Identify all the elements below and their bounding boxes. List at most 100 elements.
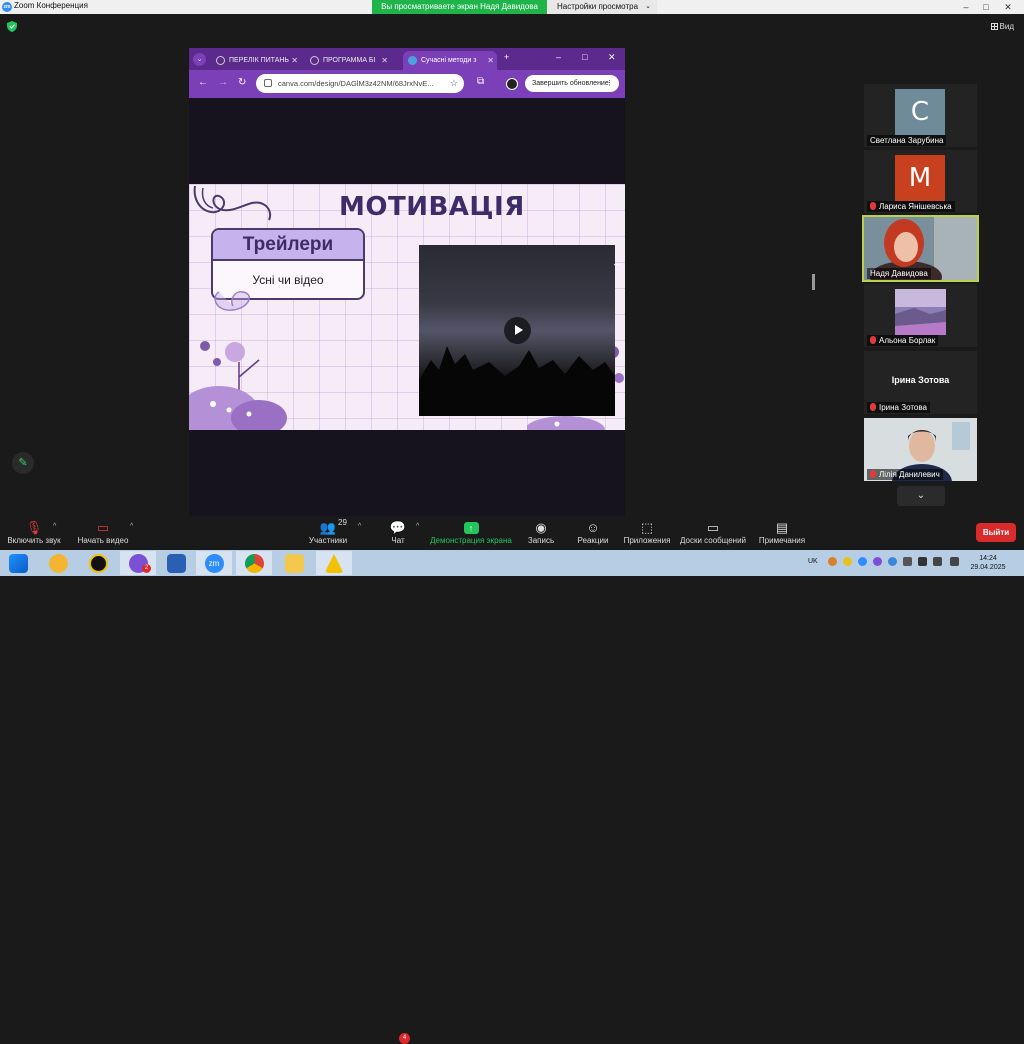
leave-button[interactable]: Выйти: [976, 523, 1016, 542]
menu-dots-icon: ⋮: [606, 80, 613, 87]
back-icon[interactable]: ←: [198, 77, 208, 88]
tab-close-icon[interactable]: ✕: [381, 51, 388, 70]
meeting-controls-bar: 🎙 Включить звук ^ ▭ Начать видео ^ 👥 Участн…: [0, 516, 1024, 1044]
shared-browser-window: ⌄ ПЕРЕЛІК ПИТАНЬ ✕ ПРОГРАММА БІ ✕ Сучасні …: [189, 48, 625, 98]
finish-update-button[interactable]: Завершить обновление ⋮: [525, 75, 619, 92]
browser-close-icon[interactable]: ✕: [608, 52, 616, 63]
forward-icon[interactable]: →: [218, 77, 228, 88]
reload-icon[interactable]: ↻: [238, 77, 246, 88]
tray-zoom-icon[interactable]: [858, 557, 867, 566]
participant-tile-1[interactable]: С Светлана Зарубина: [864, 84, 977, 147]
browser-toolbar: ← → ↻ canva.com/design/DAGlM3z42NM/68Jrx…: [189, 70, 625, 98]
taskbar-app-warning[interactable]: [316, 551, 352, 575]
participants-count: 29: [338, 518, 347, 527]
gallery-next-page-button[interactable]: ⌄: [897, 486, 945, 506]
tray-printer-icon[interactable]: [903, 557, 912, 566]
browser-tab-2[interactable]: ПРОГРАММА БІ ✕: [305, 51, 391, 70]
participant-tile-2[interactable]: М Лариса Янішевська: [864, 150, 977, 213]
video-player[interactable]: [419, 245, 615, 416]
clock-date: 29.04.2025: [970, 564, 1006, 571]
chevron-down-icon: ⌄: [645, 3, 651, 10]
taskbar-app-archicad[interactable]: [80, 551, 116, 575]
finish-update-label: Завершить обновление: [532, 80, 609, 87]
browser-maximize-icon[interactable]: □: [582, 52, 587, 62]
volume-icon[interactable]: [933, 557, 942, 566]
taskbar-app-zoom[interactable]: zm: [196, 551, 232, 575]
close-icon[interactable]: ✕: [998, 0, 1018, 14]
participants-caret-icon[interactable]: ^: [358, 523, 361, 530]
participant-tile-3[interactable]: Надя Давидова: [862, 215, 979, 282]
tab-close-icon[interactable]: ✕: [291, 51, 298, 70]
taskbar-app-explorer[interactable]: [276, 551, 312, 575]
whiteboards-button[interactable]: ▭ Доски сообщений: [680, 519, 746, 546]
card-title: Трейлери: [213, 230, 363, 261]
address-bar[interactable]: canva.com/design/DAGlM3z42NM/68JrxNvE...…: [256, 74, 464, 93]
canva-icon: [408, 56, 417, 65]
page-background-top: [189, 98, 625, 184]
tab-search-icon[interactable]: ⌄: [193, 53, 206, 66]
participant-name-large: Ірина Зотова: [891, 375, 950, 385]
annotate-pen-icon[interactable]: ✎: [12, 452, 34, 474]
participant-tile-4[interactable]: Альона Борлак: [864, 284, 977, 347]
taskbar-app-paint[interactable]: [40, 551, 76, 575]
reactions-button[interactable]: ☺ Реакции: [576, 519, 610, 546]
browser-minimize-icon[interactable]: –: [556, 52, 561, 62]
participant-tile-5[interactable]: Ірина Зотова Ірина Зотова: [864, 351, 977, 414]
page-background-bottom: [189, 430, 625, 516]
taskbar-app-word[interactable]: [158, 551, 194, 575]
start-video-button[interactable]: ▭ Начать видео: [76, 519, 130, 546]
tray-cloud-icon[interactable]: [888, 557, 897, 566]
record-label: Запись: [527, 536, 555, 545]
mic-muted-icon: [870, 403, 876, 411]
tab-label: ПРОГРАММА БІ: [323, 57, 376, 64]
viber-badge: 2: [142, 564, 151, 573]
globe-icon: [310, 56, 319, 65]
video-frame-trees: [419, 346, 615, 416]
view-grid-icon: [990, 23, 998, 30]
tray-app-icon[interactable]: [828, 557, 837, 566]
tray-archicad-icon[interactable]: [843, 557, 852, 566]
video-options-caret-icon[interactable]: ^: [130, 523, 133, 530]
reactions-label: Реакции: [577, 536, 609, 545]
new-tab-icon[interactable]: +: [504, 52, 509, 62]
keyboard-language[interactable]: UK: [808, 558, 818, 565]
tray-usb-icon[interactable]: [918, 557, 927, 566]
chat-button[interactable]: 💬 Чат: [386, 519, 410, 546]
chrome-icon: [244, 554, 264, 573]
notes-button[interactable]: ▤ Примечания: [758, 519, 806, 546]
view-options-button[interactable]: Настройки просмотра ⌄: [547, 0, 657, 14]
taskbar-app-viber[interactable]: 2: [120, 551, 156, 575]
minimize-icon[interactable]: –: [956, 0, 976, 14]
chat-caret-icon[interactable]: ^: [416, 523, 419, 530]
folder-icon: [284, 554, 304, 573]
profile-avatar[interactable]: [506, 78, 518, 90]
participant-name: Светлана Зарубина: [867, 135, 947, 146]
tab-close-icon[interactable]: ✕: [487, 51, 494, 70]
taskbar-app-chrome[interactable]: [236, 551, 272, 575]
mic-muted-icon: [870, 202, 876, 210]
apps-button[interactable]: ⬚ Приложения: [622, 519, 672, 546]
view-button[interactable]: Вид: [990, 22, 1014, 31]
record-button[interactable]: ◉ Запись: [526, 519, 556, 546]
extensions-icon[interactable]: ⧉: [477, 76, 484, 87]
tray-viber-icon[interactable]: [873, 557, 882, 566]
shield-icon[interactable]: [7, 21, 17, 32]
share-banner: Вы просматриваете экран Надя Давидова: [372, 0, 547, 14]
bookmark-star-icon[interactable]: ☆: [450, 74, 458, 93]
notes-label: Примечания: [758, 536, 806, 545]
splitter-handle[interactable]: [812, 274, 815, 290]
paint-icon: [48, 554, 68, 573]
play-button[interactable]: [504, 317, 531, 344]
network-icon[interactable]: [950, 557, 959, 566]
audio-options-caret-icon[interactable]: ^: [53, 523, 56, 530]
start-button[interactable]: [0, 551, 36, 575]
maximize-icon[interactable]: □: [976, 0, 996, 14]
whiteboards-label: Доски сообщений: [680, 536, 747, 545]
share-screen-button[interactable]: ↑ Демонстрация экрана: [430, 519, 512, 546]
taskbar-clock[interactable]: 14:24 29.04.2025: [968, 554, 1008, 572]
browser-tab-1[interactable]: ПЕРЕЛІК ПИТАНЬ ✕: [211, 51, 301, 70]
participant-tile-6[interactable]: Лілія Данилевич: [864, 418, 977, 481]
browser-tab-strip: ⌄ ПЕРЕЛІК ПИТАНЬ ✕ ПРОГРАММА БІ ✕ Сучасні …: [189, 48, 625, 70]
view-options-label: Настройки просмотра: [557, 2, 639, 11]
browser-tab-3[interactable]: Сучасні методи з ✕: [403, 51, 497, 70]
